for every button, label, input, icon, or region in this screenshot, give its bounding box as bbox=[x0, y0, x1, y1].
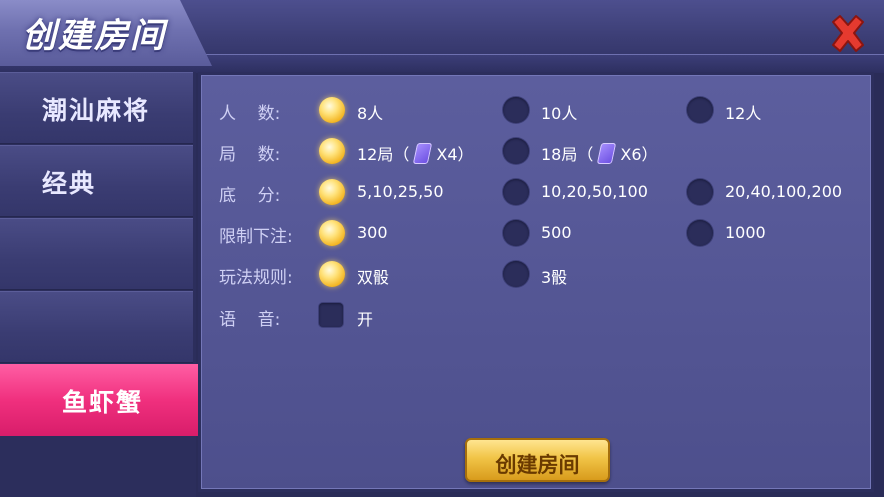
radio-selected-icon bbox=[319, 220, 345, 246]
base-score-label: 底 分: bbox=[219, 186, 281, 206]
rounds-cost: X4） bbox=[436, 145, 474, 164]
bet-limit-label: 限制下注: bbox=[219, 227, 293, 247]
sidebar-item-label: 潮汕麻将 bbox=[42, 96, 151, 125]
option-label: 12局（ X4） bbox=[357, 141, 474, 166]
option-label: 5,10,25,50 bbox=[357, 182, 444, 201]
voice-row: 语 音: 开 bbox=[201, 299, 877, 333]
rounds-text: 18局（ bbox=[541, 145, 594, 164]
sidebar-item-empty-2[interactable] bbox=[0, 291, 193, 363]
create-room-label: 创建房间 bbox=[495, 453, 580, 477]
room-card-icon bbox=[597, 143, 617, 164]
option-label: 双骰 bbox=[357, 268, 390, 287]
voice-label: 语 音: bbox=[219, 310, 281, 330]
rounds-row: 局 数: 12局（ X4） 18局（ X6） bbox=[201, 134, 877, 168]
dialog-title: 创建房间 bbox=[22, 16, 166, 56]
radio-icon bbox=[687, 220, 713, 246]
sidebar-item-chaoshan-mahjong[interactable]: 潮汕麻将 bbox=[0, 72, 193, 144]
sidebar-item-classic[interactable]: 经典 bbox=[0, 145, 193, 217]
close-button[interactable] bbox=[826, 12, 870, 56]
option-label: 10人 bbox=[541, 104, 578, 123]
sidebar-item-fish-shrimp-crab[interactable]: 鱼虾蟹 bbox=[0, 364, 218, 436]
create-room-button[interactable]: 创建房间 bbox=[465, 438, 610, 482]
radio-icon bbox=[503, 261, 529, 287]
option-label: 12人 bbox=[725, 104, 762, 123]
option-label: 18局（ X6） bbox=[541, 141, 658, 166]
option-label: 500 bbox=[541, 223, 572, 242]
option-label: 开 bbox=[357, 310, 374, 329]
sidebar-item-label: 鱼虾蟹 bbox=[62, 388, 144, 417]
radio-icon bbox=[687, 179, 713, 205]
radio-selected-icon bbox=[319, 97, 345, 123]
players-label: 人 数: bbox=[219, 104, 281, 124]
bet-limit-row: 限制下注: 300 500 1000 bbox=[201, 216, 877, 250]
rounds-cost: X6） bbox=[620, 145, 658, 164]
close-icon bbox=[832, 15, 864, 52]
checkbox-icon bbox=[319, 303, 343, 327]
top-bar: 创建房间 bbox=[0, 0, 884, 73]
sidebar-item-empty-1[interactable] bbox=[0, 218, 193, 290]
players-row: 人 数: 8人 10人 12人 bbox=[201, 93, 877, 127]
radio-selected-icon bbox=[319, 261, 345, 287]
radio-selected-icon bbox=[319, 179, 345, 205]
rules-label: 玩法规则: bbox=[219, 268, 293, 288]
radio-icon bbox=[503, 138, 529, 164]
rounds-label: 局 数: bbox=[219, 145, 281, 165]
settings-panel: 人 数: 8人 10人 12人 局 数: 12局（ X4） 18局（ X6） 底… bbox=[198, 72, 874, 492]
sidebar-item-label: 经典 bbox=[42, 169, 97, 198]
option-label: 1000 bbox=[725, 223, 766, 242]
radio-icon bbox=[503, 220, 529, 246]
rounds-text: 12局（ bbox=[357, 145, 410, 164]
option-label: 20,40,100,200 bbox=[725, 182, 843, 201]
option-label: 3骰 bbox=[541, 268, 568, 287]
radio-icon bbox=[503, 179, 529, 205]
option-label: 10,20,50,100 bbox=[541, 182, 648, 201]
option-label: 8人 bbox=[357, 104, 384, 123]
rules-row: 玩法规则: 双骰 3骰 bbox=[201, 257, 877, 291]
base-score-row: 底 分: 5,10,25,50 10,20,50,100 20,40,100,2… bbox=[201, 175, 877, 209]
radio-selected-icon bbox=[319, 138, 345, 164]
option-label: 300 bbox=[357, 223, 388, 242]
room-card-icon bbox=[413, 143, 433, 164]
radio-icon bbox=[687, 97, 713, 123]
radio-icon bbox=[503, 97, 529, 123]
